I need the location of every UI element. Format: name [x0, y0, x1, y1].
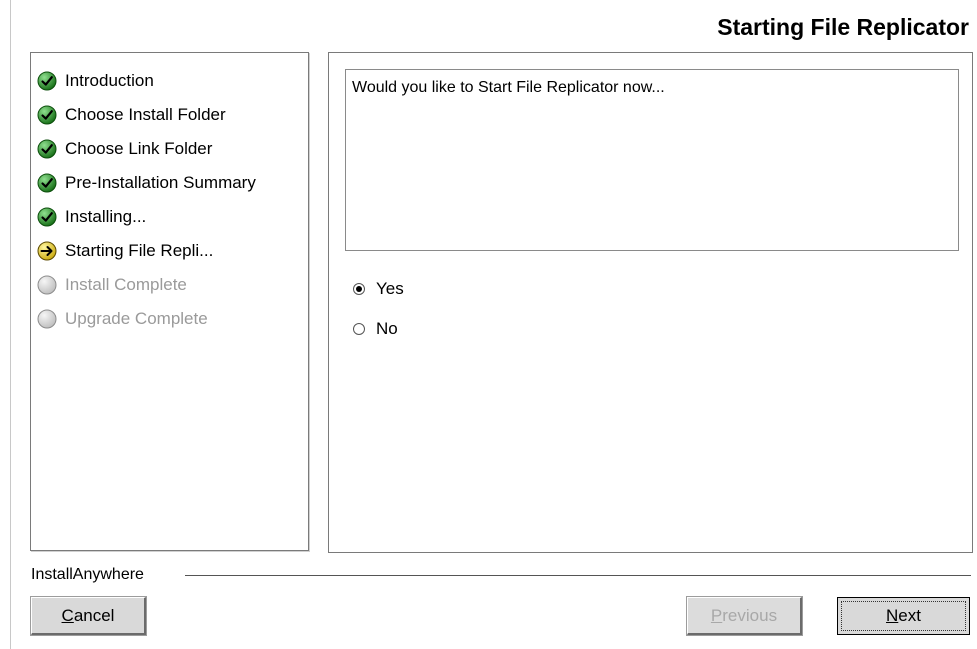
step-choose-install-folder: Choose Install Folder [37, 104, 226, 126]
step-pre-installation-summary: Pre-Installation Summary [37, 172, 256, 194]
check-icon [37, 173, 57, 193]
step-upgrade-complete: Upgrade Complete [37, 308, 208, 330]
cancel-button-label: Cancel [61, 605, 115, 625]
radio-no[interactable] [353, 323, 365, 335]
step-label: Introduction [65, 71, 154, 90]
previous-button-label: Previous [710, 605, 778, 625]
window-left-edge [10, 0, 11, 649]
cancel-button[interactable]: Cancel [31, 597, 146, 635]
steps-panel: Introduction Choose Install Folder Choos… [30, 52, 309, 551]
step-install-complete: Install Complete [37, 274, 187, 296]
check-icon [37, 207, 57, 227]
step-introduction: Introduction [37, 70, 154, 92]
step-installing: Installing... [37, 206, 146, 228]
step-starting-file-replicator: Starting File Repli... [37, 240, 213, 262]
empty-circle-icon [37, 309, 57, 329]
step-label: Install Complete [65, 275, 187, 294]
radio-yes[interactable] [353, 283, 365, 295]
question-box: Would you like to Start File Replicator … [345, 69, 959, 251]
option-no[interactable]: No [353, 319, 398, 339]
check-icon [37, 71, 57, 91]
check-icon [37, 139, 57, 159]
content-panel: Would you like to Start File Replicator … [328, 52, 973, 553]
step-label: Choose Link Folder [65, 139, 213, 158]
option-yes[interactable]: Yes [353, 279, 404, 299]
step-choose-link-folder: Choose Link Folder [37, 138, 212, 160]
step-label: Starting File Repli... [65, 241, 214, 260]
question-text: Would you like to Start File Replicator … [352, 79, 665, 96]
brand-divider [185, 575, 971, 576]
focus-ring [841, 601, 966, 631]
page-title: Starting File Replicator [717, 14, 969, 40]
previous-button[interactable]: Previous [687, 597, 802, 635]
next-button[interactable]: Next [837, 597, 970, 635]
empty-circle-icon [37, 275, 57, 295]
option-yes-label: Yes [376, 279, 404, 298]
step-label: Upgrade Complete [65, 309, 208, 328]
brand-label: InstallAnywhere [31, 566, 154, 584]
step-label: Installing... [65, 207, 147, 226]
check-icon [37, 105, 57, 125]
option-no-label: No [376, 319, 398, 338]
step-label: Pre-Installation Summary [65, 173, 256, 192]
step-label: Choose Install Folder [65, 105, 226, 124]
arrow-right-icon [37, 241, 57, 261]
